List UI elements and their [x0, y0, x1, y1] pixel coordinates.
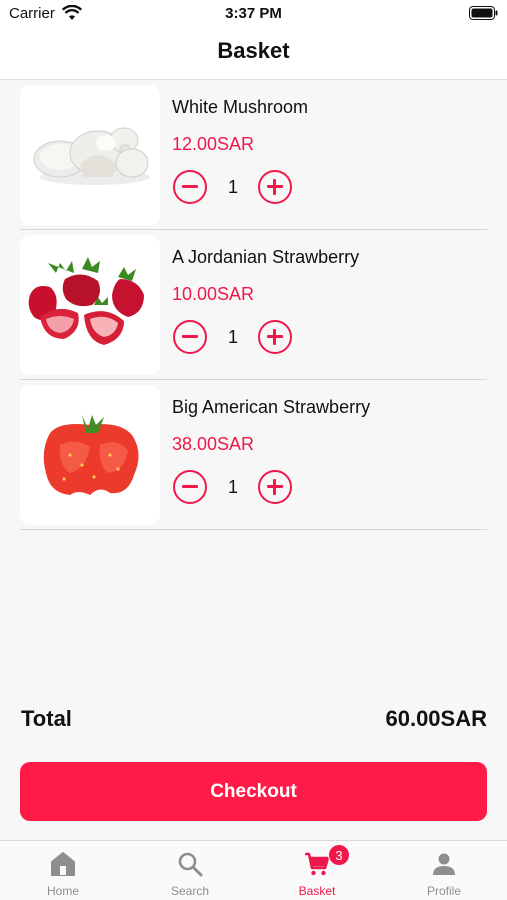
tab-label: Profile — [426, 884, 461, 898]
tab-label: Basket — [298, 884, 336, 898]
status-time: 3:37 PM — [225, 5, 282, 22]
product-name: Big American Strawberry — [172, 397, 371, 417]
product-image-big-strawberry — [20, 385, 160, 525]
decrement-quantity-button[interactable] — [173, 470, 207, 504]
battery-icon — [469, 6, 498, 20]
decrement-quantity-button[interactable] — [173, 320, 207, 354]
tab-search[interactable]: Search — [127, 841, 253, 900]
tab-bar: Home Search 3 Basket Profile — [0, 840, 507, 900]
tab-profile[interactable]: Profile — [381, 841, 507, 900]
product-image-strawberries — [20, 235, 160, 375]
basket-item: A Jordanian Strawberry 10.00SAR 1 — [20, 230, 487, 380]
tab-basket[interactable]: 3 Basket — [254, 841, 380, 900]
big-strawberry-image — [43, 415, 139, 495]
person-icon — [433, 853, 455, 875]
checkout-button[interactable]: Checkout — [20, 762, 487, 821]
search-icon — [178, 852, 203, 877]
tab-label: Search — [170, 884, 210, 898]
increment-quantity-button[interactable] — [258, 470, 292, 504]
product-image-white-mushroom — [20, 85, 160, 225]
quantity-value: 1 — [227, 477, 238, 497]
basket-item: White Mushroom 12.00SAR 1 — [20, 80, 487, 230]
product-price: 12.00SAR — [172, 134, 255, 154]
product-price: 10.00SAR — [172, 284, 255, 304]
product-name: A Jordanian Strawberry — [172, 247, 360, 267]
increment-quantity-button[interactable] — [258, 320, 292, 354]
mushroom-image — [33, 127, 150, 185]
product-name: White Mushroom — [172, 97, 309, 117]
navigation-bar: Basket — [0, 28, 507, 80]
home-icon — [51, 852, 75, 876]
tab-home[interactable]: Home — [0, 841, 126, 900]
total-value: 60.00SAR — [385, 706, 487, 731]
quantity-value: 1 — [227, 177, 238, 197]
quantity-value: 1 — [227, 327, 238, 347]
cart-badge: 3 — [328, 844, 350, 866]
product-price: 38.00SAR — [172, 434, 255, 454]
tab-label: Home — [46, 884, 79, 898]
page-title: Basket — [217, 38, 290, 63]
cart-icon — [305, 852, 330, 876]
basket-item: Big American Strawberry 38.00SAR 1 — [20, 380, 487, 530]
increment-quantity-button[interactable] — [258, 170, 292, 204]
total-label: Total — [21, 706, 72, 731]
status-bar: Carrier 3:37 PM — [0, 0, 507, 28]
decrement-quantity-button[interactable] — [173, 170, 207, 204]
strawberries-image — [28, 257, 144, 345]
